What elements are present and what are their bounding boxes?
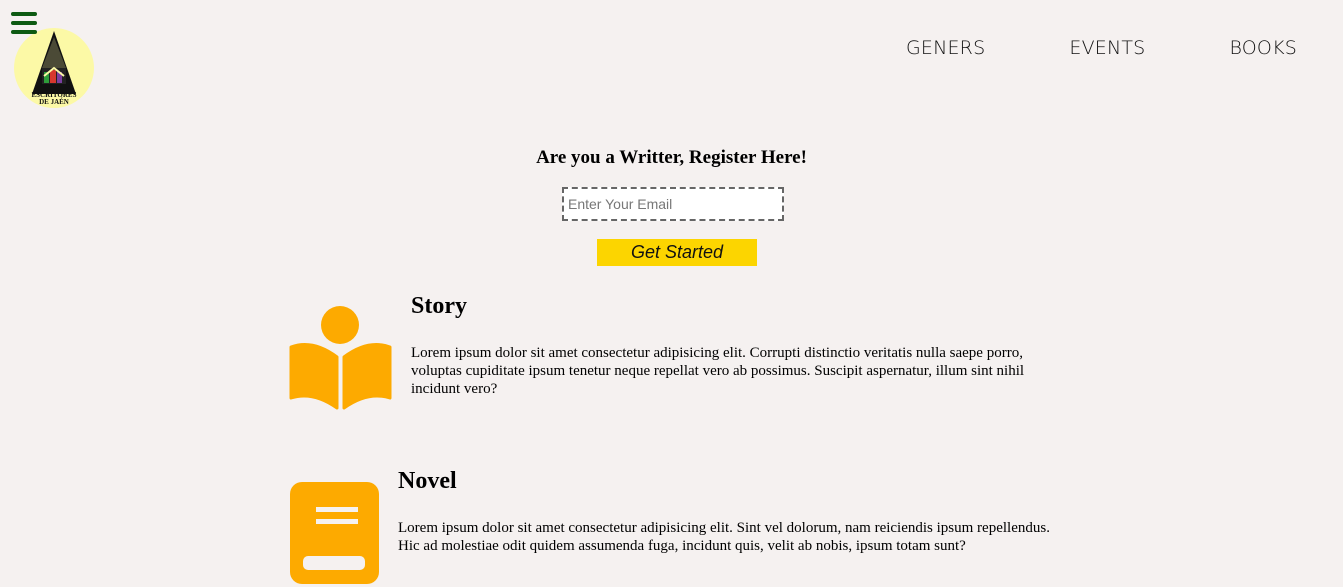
feature-description: Lorem ipsum dolor sit amet consectetur a… bbox=[398, 520, 1050, 554]
register-heading: Are you a Writter, Register Here! bbox=[536, 147, 807, 168]
register-section: Are you a Writter, Register Here! bbox=[0, 147, 1343, 169]
menu-bar bbox=[11, 12, 37, 16]
menu-bar bbox=[11, 21, 37, 25]
feature-title: Novel bbox=[398, 468, 457, 494]
logo-text-line2: DE JAÉN bbox=[39, 98, 69, 106]
feature-novel: Novel Lorem ipsum dolor sit amet consect… bbox=[398, 468, 1058, 555]
book-icon bbox=[290, 482, 379, 584]
feature-description: Lorem ipsum dolor sit amet consectetur a… bbox=[411, 345, 1025, 397]
nav-item-geners[interactable]: GENERS bbox=[906, 37, 985, 59]
reader-book-icon bbox=[289, 306, 392, 410]
email-input[interactable] bbox=[562, 187, 784, 221]
menu-bar bbox=[11, 30, 37, 34]
feature-story: Story Lorem ipsum dolor sit amet consect… bbox=[411, 293, 1071, 398]
get-started-button[interactable]: Get Started bbox=[597, 239, 757, 266]
feature-title: Story bbox=[411, 293, 467, 319]
nav-item-events[interactable]: EVENTS bbox=[1069, 37, 1145, 59]
main-nav: GENERS EVENTS BOOKS bbox=[822, 37, 1297, 59]
logo-emblem-icon: ESCRITORES DE JAÉN bbox=[31, 31, 77, 106]
site-logo[interactable]: ESCRITORES DE JAÉN bbox=[14, 28, 94, 108]
nav-item-books[interactable]: BOOKS bbox=[1229, 37, 1297, 59]
hamburger-menu-icon[interactable] bbox=[11, 12, 37, 34]
